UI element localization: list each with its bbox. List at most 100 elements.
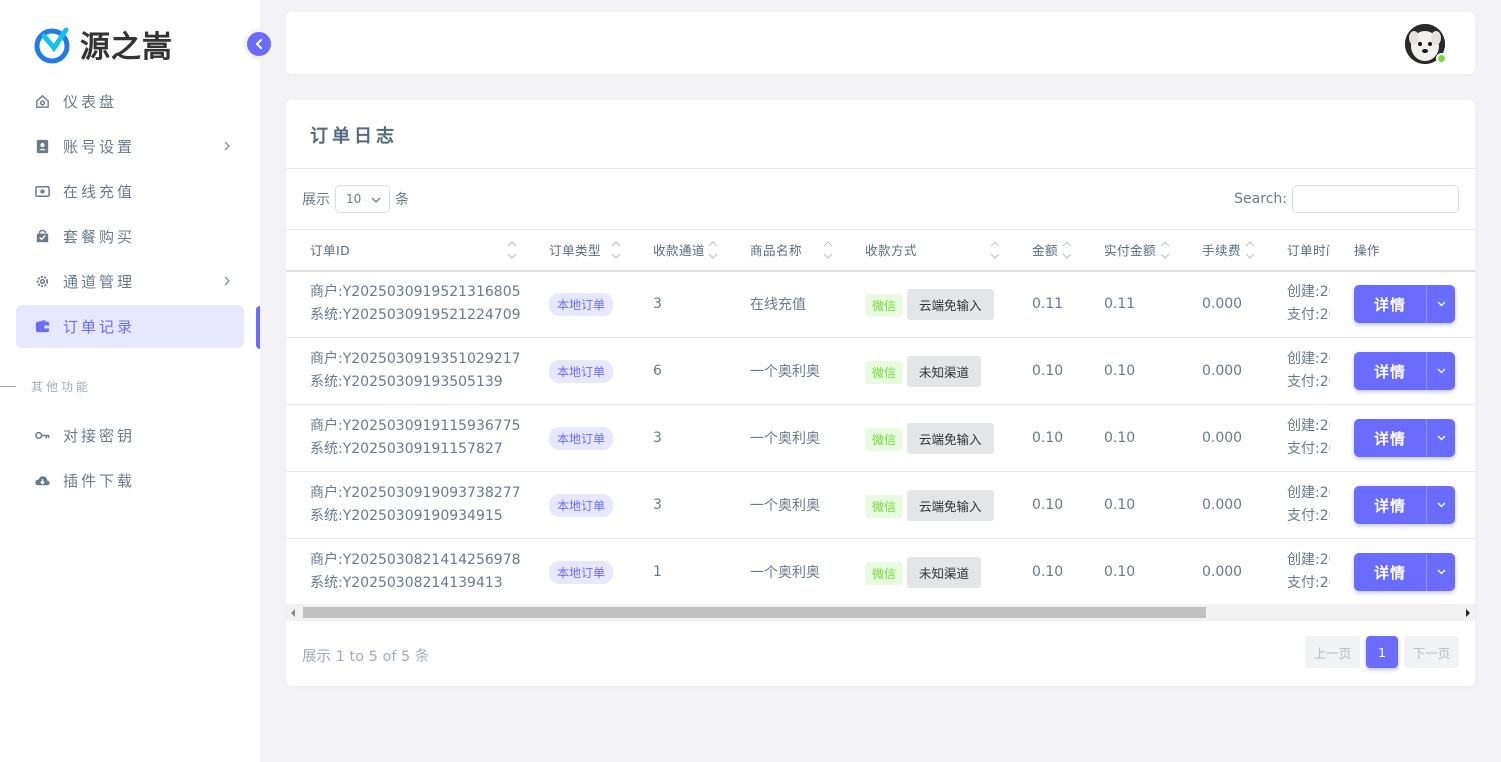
sort-icon[interactable] (708, 238, 718, 262)
section-header-label: 其他功能 (31, 379, 92, 394)
sidebar-item-account[interactable]: 账号设置 (16, 125, 244, 168)
sidebar-item-home[interactable]: 仪表盘 (16, 80, 244, 123)
sidebar: 源之嵩 仪表盘 账号设置 在线充值套餐购买通道管理 订单记录 其他功能 对接密钥插件下… (0, 0, 260, 762)
action-dropdown-toggle[interactable] (1426, 285, 1455, 324)
next-page-button[interactable]: 下一页 (1404, 636, 1459, 668)
chevron-right-icon (224, 141, 230, 151)
detail-button-group: 详情 (1354, 352, 1455, 390)
column-header: 订单时间 (1263, 229, 1330, 272)
merchant-order-id: 商户:Y2025030821414256978 (310, 552, 521, 568)
system-order-id: 系统:Y20250309191157827 (310, 441, 503, 457)
channel-cell: 3 (629, 270, 726, 338)
order-id-cell: 商户:Y2025030919521316805 系统:Y2025030919521… (286, 270, 525, 338)
order-type-cell: 本地订单 (525, 471, 629, 539)
length-prefix: 展示 (302, 192, 330, 208)
sidebar-item-key[interactable]: 对接密钥 (16, 414, 244, 457)
paid-amount-cell: 0.10 (1080, 404, 1178, 472)
sort-icon[interactable] (1160, 238, 1170, 262)
sidebar-item-shopping-bag[interactable]: 套餐购买 (16, 215, 244, 258)
page-length-select[interactable]: 10 (335, 185, 390, 213)
table-row: 商户:Y2025030821414256978 系统:Y2025030821413… (286, 538, 1475, 604)
column-header[interactable]: 金额 (1008, 229, 1080, 272)
sidebar-item-label: 插件下载 (63, 472, 136, 490)
sort-icon[interactable] (1062, 238, 1072, 262)
paid-time: 支付:2025-03-09 19:09:34 (1287, 508, 1330, 524)
action-dropdown-toggle[interactable] (1426, 352, 1455, 390)
order-time-cell: 创建:2025-03-09 19:11:59 支付:2025-03-09 19:1… (1263, 404, 1330, 472)
detail-button-group: 详情 (1354, 553, 1455, 591)
search-label: Search: (1234, 191, 1287, 207)
scroll-right-arrow-icon[interactable] (1466, 609, 1470, 617)
action-dropdown-toggle[interactable] (1426, 486, 1455, 524)
column-header[interactable]: 商品名称 (726, 229, 841, 272)
wechat-badge: 微信 (865, 360, 904, 384)
wechat-badge: 微信 (865, 427, 904, 451)
page-1-button[interactable]: 1 (1366, 636, 1398, 668)
product-cell: 一个奥利奥 (726, 404, 841, 472)
fee-cell: 0.000 (1178, 270, 1263, 338)
fee-cell: 0.000 (1178, 538, 1263, 604)
sort-icon[interactable] (611, 238, 621, 262)
sidebar-collapse-button[interactable] (243, 28, 275, 60)
menu-section-header: 其他功能 (0, 376, 91, 396)
column-header[interactable]: 手续费 (1178, 229, 1263, 272)
detail-button[interactable]: 详情 (1354, 352, 1426, 390)
paid-time: 支付:2025-03-09 19:35:05 (1287, 374, 1330, 390)
sidebar-item-money[interactable]: 在线充值 (16, 170, 244, 213)
pay-channel-badge: 未知渠道 (907, 556, 982, 588)
pagination: 上一页 1 下一页 (1299, 636, 1459, 668)
table-wrapper: 订单ID订单类型收款通道商品名称收款方式金额实付金额手续费订单时间操作 商户:Y… (286, 229, 1475, 604)
pay-method-cell: 微信 云端免输入 (841, 270, 1008, 338)
order-time-cell: 创建:2025-03-08 21:41:42 支付:2025-03-08 21:4… (1263, 538, 1330, 604)
column-header[interactable]: 订单类型 (525, 229, 629, 272)
scroll-left-arrow-icon[interactable] (291, 609, 295, 617)
sort-icon[interactable] (990, 238, 1000, 262)
section-divider (0, 385, 16, 387)
column-header[interactable]: 收款方式 (841, 229, 1008, 272)
order-type-badge: 本地订单 (549, 292, 614, 316)
chevron-down-icon (1437, 368, 1445, 374)
merchant-order-id: 商户:Y2025030919093738277 (310, 485, 521, 501)
detail-button[interactable]: 详情 (1354, 486, 1426, 524)
merchant-order-id: 商户:Y2025030919351029217 (310, 351, 521, 367)
sort-icon[interactable] (823, 238, 833, 262)
sidebar-item-cloud-download[interactable]: 插件下载 (16, 459, 244, 502)
sort-icon[interactable] (507, 238, 517, 262)
pay-channel-badge: 云端免输入 (907, 489, 994, 521)
created-time: 创建:2025-03-09 19:11:59 (1287, 418, 1330, 434)
order-type-cell: 本地订单 (525, 404, 629, 472)
column-header[interactable]: 订单ID (286, 229, 525, 272)
sidebar-item-label: 套餐购买 (63, 228, 136, 246)
order-type-badge: 本地订单 (549, 560, 614, 584)
column-header[interactable]: 实付金额 (1080, 229, 1178, 272)
detail-button[interactable]: 详情 (1354, 285, 1426, 323)
action-dropdown-toggle[interactable] (1426, 553, 1455, 591)
brand-logo[interactable]: 源之嵩 (32, 22, 173, 66)
paid-time: 支付:2025-03-09 19:11:57 (1287, 441, 1330, 457)
sidebar-item-wallet[interactable]: 订单记录 (16, 305, 244, 348)
length-suffix: 条 (395, 192, 409, 208)
chevron-right-icon (224, 276, 230, 286)
table-row: 商户:Y2025030919093738277 系统:Y2025030919093… (286, 471, 1475, 539)
action-cell: 详情 (1330, 270, 1475, 338)
paid-amount-cell: 0.10 (1080, 337, 1178, 405)
sort-icon[interactable] (1245, 238, 1255, 262)
sidebar-menu: 仪表盘 账号设置 在线充值套餐购买通道管理 订单记录 (16, 80, 244, 350)
home-icon (33, 93, 51, 111)
created-time: 创建:2025-03-09 19:52:13 (1287, 284, 1330, 301)
product-cell: 一个奥利奥 (726, 538, 841, 604)
detail-button[interactable]: 详情 (1354, 419, 1426, 457)
table-header-row: 订单ID订单类型收款通道商品名称收款方式金额实付金额手续费订单时间操作 (286, 229, 1475, 272)
action-dropdown-toggle[interactable] (1426, 419, 1455, 457)
wechat-badge: 微信 (865, 561, 904, 585)
column-header[interactable]: 收款通道 (629, 229, 726, 272)
horizontal-scrollbar[interactable] (286, 604, 1475, 621)
channel-cell: 6 (629, 337, 726, 405)
prev-page-button[interactable]: 上一页 (1305, 636, 1360, 668)
search-input[interactable] (1292, 185, 1459, 213)
order-time-cell: 创建:2025-03-09 19:09:37 支付:2025-03-09 19:0… (1263, 471, 1330, 539)
detail-button[interactable]: 详情 (1354, 553, 1426, 591)
scrollbar-thumb[interactable] (303, 607, 1206, 618)
sidebar-item-gear[interactable]: 通道管理 (16, 260, 244, 303)
action-cell: 详情 (1330, 337, 1475, 405)
